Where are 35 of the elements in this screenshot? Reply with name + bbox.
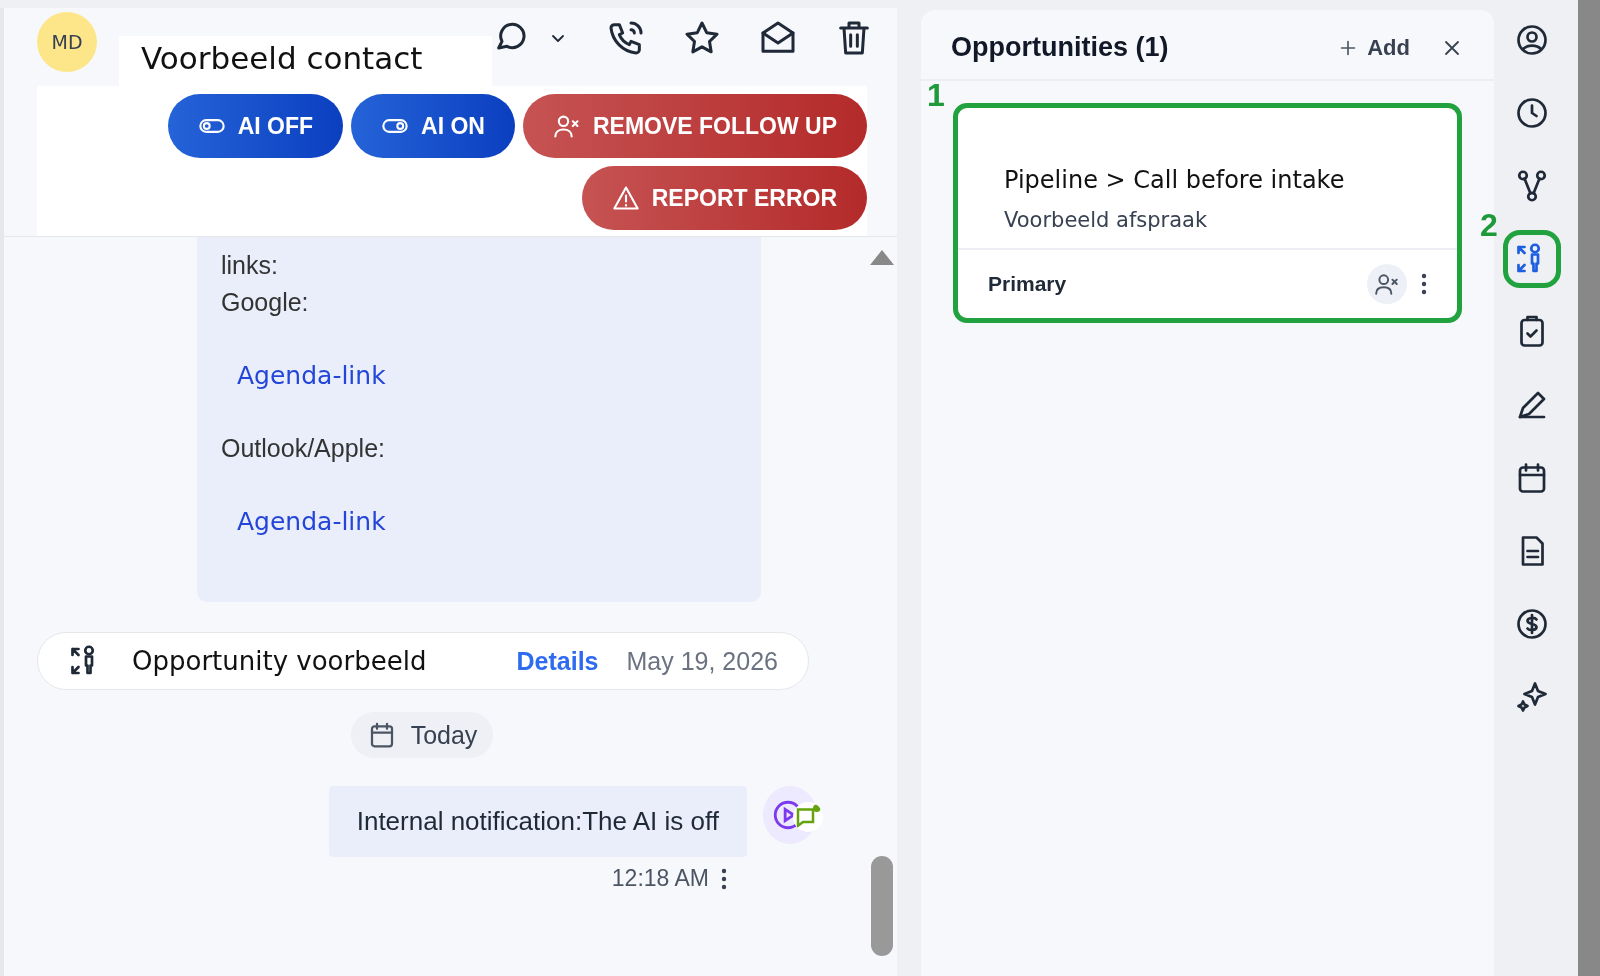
opportunity-name: Voorbeeld afspraak — [1004, 208, 1209, 232]
more-icon[interactable] — [1421, 273, 1427, 295]
warning-icon[interactable] — [611, 184, 640, 212]
add-button[interactable]: Add — [1331, 33, 1416, 62]
callout-number: 1 — [927, 77, 945, 114]
panel-title: Opportunities (1) — [951, 32, 1170, 63]
contact-name: Voorbeeld contact — [119, 36, 493, 86]
message-text: Google: — [221, 288, 310, 317]
dollar-circle-icon[interactable] — [1514, 606, 1550, 642]
message-text: Outlook/Apple: — [221, 434, 386, 463]
ai-toggle-button[interactable]: AI OFF — [167, 94, 344, 158]
action-button[interactable]: REMOVE FOLLOW UP — [522, 94, 867, 158]
message-text: links: — [221, 251, 279, 280]
callout-number: 2 — [1480, 207, 1498, 244]
clock-icon[interactable] — [1514, 95, 1550, 131]
contact-role: Primary — [988, 272, 1068, 296]
opportunity-name: Opportunity voorbeeld — [132, 646, 428, 676]
avatar: MD — [37, 12, 97, 72]
pipeline-stage: Pipeline > Call before intake — [1004, 166, 1346, 194]
notification-message: Internal notification:The AI is off — [328, 786, 747, 857]
user-circle-icon[interactable] — [1514, 22, 1550, 58]
opportunity-card[interactable]: Pipeline > Call before intake Voorbeeld afspraak Primary — [953, 103, 1462, 323]
ai-toggle-button[interactable]: AI ON — [351, 94, 515, 158]
sparkle-icon[interactable] — [1514, 679, 1550, 715]
date-label: Today — [410, 720, 478, 750]
event-date: May 19, 2026 — [626, 646, 778, 676]
agenda-link[interactable]: Agenda-link — [221, 325, 761, 426]
scrollbar-thumb[interactable] — [871, 856, 893, 956]
agenda-link[interactable]: Agenda-link — [221, 471, 761, 572]
details-link[interactable]: Details — [516, 646, 599, 676]
message-time: 12:18 AM — [611, 865, 709, 892]
action-button[interactable]: REPORT ERROR — [581, 166, 867, 230]
scrollbar-track[interactable] — [1578, 0, 1600, 976]
person-x-icon[interactable] — [1374, 271, 1400, 297]
more-icon[interactable] — [721, 867, 727, 890]
